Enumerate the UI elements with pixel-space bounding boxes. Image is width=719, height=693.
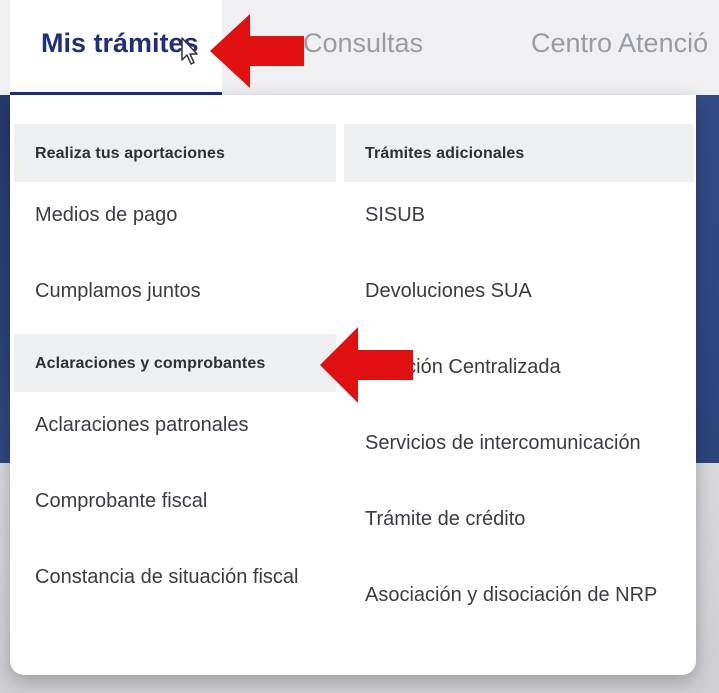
red-arrow-pointer-icon — [210, 14, 304, 88]
top-navigation-bar: Mis trámites Consultas Centro Atenció — [0, 0, 719, 95]
tab-centro-atencion[interactable]: Centro Atenció — [531, 28, 708, 59]
menu-item-asociacion-disociacion-nrp[interactable]: Asociación y disociación de NRP — [344, 562, 694, 638]
menu-item-cumplamos-juntos[interactable]: Cumplamos juntos — [14, 258, 336, 334]
mouse-cursor-icon — [181, 37, 198, 65]
menu-item-sisub[interactable]: SISUB — [344, 182, 694, 258]
tab-consultas[interactable]: Consultas — [303, 28, 423, 59]
menu-item-medios-de-pago[interactable]: Medios de pago — [14, 182, 336, 258]
menu-item-tramite-de-credito[interactable]: Trámite de crédito — [344, 486, 694, 562]
section-header-realiza-aportaciones: Realiza tus aportaciones — [14, 124, 336, 182]
menu-item-servicios-intercomunicacion[interactable]: Servicios de intercomunicación — [344, 410, 694, 486]
menu-column-left: Realiza tus aportaciones Medios de pago … — [14, 124, 336, 620]
menu-item-constancia-situacion-fiscal[interactable]: Constancia de situación fiscal — [14, 544, 336, 620]
section-header-aclaraciones-comprobantes: Aclaraciones y comprobantes — [14, 334, 336, 392]
menu-item-devoluciones-sua[interactable]: Devoluciones SUA — [344, 258, 694, 334]
red-arrow-pointer-icon — [320, 327, 413, 403]
menu-item-comprobante-fiscal[interactable]: Comprobante fiscal — [14, 468, 336, 544]
menu-item-aclaraciones-patronales[interactable]: Aclaraciones patronales — [14, 392, 336, 468]
section-header-tramites-adicionales: Trámites adicionales — [344, 124, 694, 182]
